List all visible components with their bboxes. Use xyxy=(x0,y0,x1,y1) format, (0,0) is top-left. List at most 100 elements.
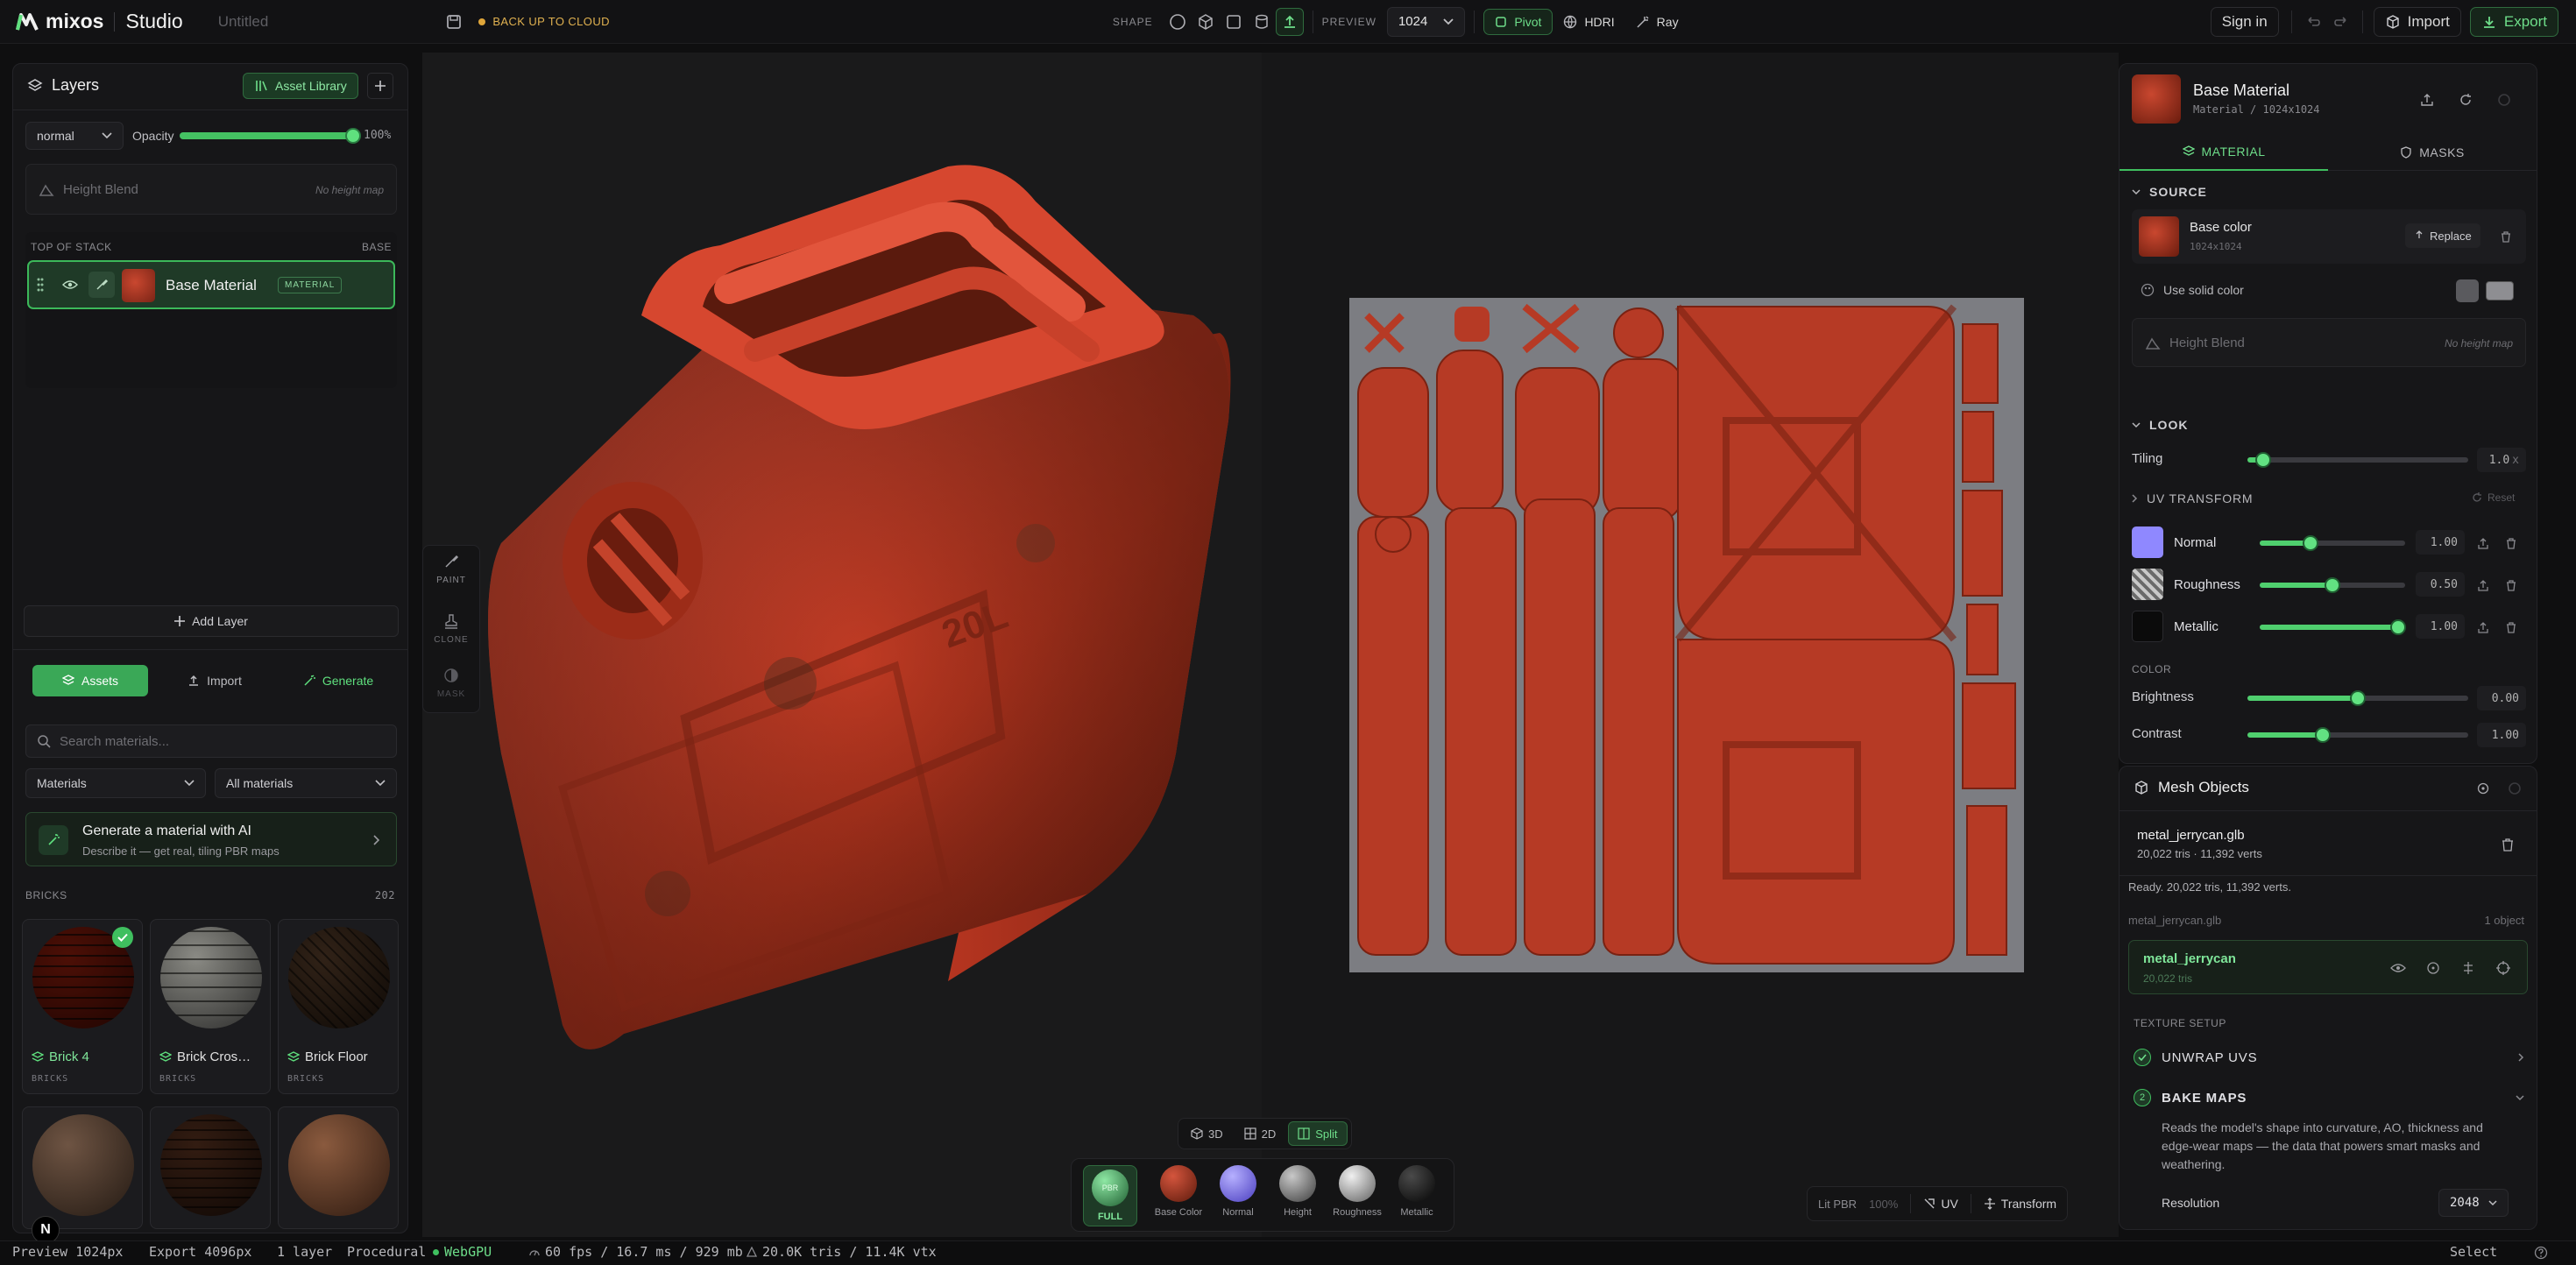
search-input[interactable]: Search materials... xyxy=(60,734,169,749)
save-icon[interactable] xyxy=(440,8,468,36)
normal-value-field[interactable]: 1.00 xyxy=(2416,530,2465,555)
channel-roughness[interactable]: Roughness xyxy=(1330,1165,1384,1223)
upload-icon[interactable] xyxy=(2414,87,2440,113)
asset-library-button[interactable]: Asset Library xyxy=(243,73,358,99)
material-card[interactable] xyxy=(278,1106,399,1229)
tab-masks[interactable]: MASKS xyxy=(2328,134,2537,171)
clone-tool[interactable]: CLONE xyxy=(423,612,479,661)
material-search[interactable]: Search materials... xyxy=(25,724,397,758)
paint-tool[interactable]: PAINT xyxy=(423,553,479,605)
lit-pbr-label[interactable]: Lit PBR xyxy=(1818,1198,1857,1211)
add-icon[interactable] xyxy=(367,73,393,99)
export-button[interactable]: Export xyxy=(2469,6,2558,37)
upload-icon[interactable] xyxy=(2470,572,2496,598)
look-section-header[interactable]: LOOK xyxy=(2132,418,2188,432)
contrast-slider[interactable] xyxy=(2247,727,2468,743)
solid-color-swatch[interactable] xyxy=(2486,281,2514,300)
doc-title[interactable]: Untitled xyxy=(218,13,269,31)
add-layer-button[interactable]: Add Layer xyxy=(24,605,399,637)
channel-base-color[interactable]: Base Color xyxy=(1151,1165,1206,1223)
refresh-icon[interactable] xyxy=(2452,87,2479,113)
roughness-slider-knob[interactable] xyxy=(2325,577,2340,593)
assets-tab[interactable]: Assets xyxy=(32,665,148,696)
uv-toggle[interactable]: UV xyxy=(1923,1197,1958,1211)
uv-transform-header[interactable]: UV TRANSFORM xyxy=(2132,491,2253,505)
transform-toggle[interactable]: Transform xyxy=(1984,1197,2056,1211)
pivot-button[interactable]: Pivot xyxy=(1483,8,1553,35)
mask-tool[interactable]: MASK xyxy=(423,667,479,712)
plane-shape-icon[interactable] xyxy=(1220,8,1248,36)
hdri-button[interactable]: HDRI xyxy=(1553,7,1624,37)
opacity-slider[interactable] xyxy=(180,128,361,144)
upload-icon[interactable] xyxy=(2470,530,2496,556)
trash-icon[interactable] xyxy=(2495,831,2521,858)
generate-tab[interactable]: Generate xyxy=(287,665,390,696)
trash-icon[interactable] xyxy=(2498,530,2524,556)
help-icon[interactable] xyxy=(2530,1242,2551,1263)
brightness-slider-knob[interactable] xyxy=(2350,690,2366,706)
replace-button[interactable]: Replace xyxy=(2405,223,2480,248)
channel-metallic[interactable]: Metallic xyxy=(1390,1165,1444,1223)
roughness-slider[interactable] xyxy=(2260,577,2405,593)
channel-full[interactable]: PBR FULL xyxy=(1083,1165,1137,1226)
tiling-value-field[interactable]: 1.0 x xyxy=(2477,448,2526,472)
ray-button[interactable]: Ray xyxy=(1625,7,1689,37)
opacity-slider-knob[interactable] xyxy=(345,128,361,144)
cloud-backup-button[interactable]: BACK UP TO CLOUD xyxy=(478,15,610,28)
base-color-thumbnail[interactable] xyxy=(2139,216,2179,257)
trash-icon[interactable] xyxy=(2498,614,2524,640)
split-mesh-icon[interactable] xyxy=(2455,955,2481,981)
target-icon[interactable] xyxy=(2490,955,2516,981)
resolution-select[interactable]: 2048 xyxy=(2438,1189,2509,1217)
metallic-slider[interactable] xyxy=(2260,619,2406,635)
metallic-map-swatch[interactable] xyxy=(2132,611,2163,642)
metallic-value-field[interactable]: 1.00 xyxy=(2416,614,2465,639)
material-card[interactable] xyxy=(150,1106,271,1229)
focus-icon[interactable] xyxy=(2470,775,2496,802)
material-card[interactable] xyxy=(22,1106,143,1229)
layer-row[interactable]: Base Material MATERIAL xyxy=(27,260,395,309)
cylinder-shape-icon[interactable] xyxy=(1248,8,1276,36)
bake-maps-step[interactable]: 2 BAKE MAPS xyxy=(2134,1084,2524,1112)
normal-slider[interactable] xyxy=(2260,535,2405,551)
unwrap-uvs-step[interactable]: UNWRAP UVS xyxy=(2134,1043,2524,1071)
generate-ai-card[interactable]: Generate a material with AI Describe it … xyxy=(25,812,397,866)
material-type-select[interactable]: Materials xyxy=(25,768,206,798)
cube-shape-icon[interactable] xyxy=(1192,8,1220,36)
upload-icon[interactable] xyxy=(2470,614,2496,640)
drag-handle-icon[interactable] xyxy=(36,277,45,293)
sphere-shape-icon[interactable] xyxy=(1164,8,1192,36)
roughness-value-field[interactable]: 0.50 xyxy=(2416,572,2465,597)
import-tab[interactable]: Import xyxy=(164,665,265,696)
height-blend-card[interactable]: Height Blend No height map xyxy=(25,164,397,215)
upload-mesh-icon[interactable] xyxy=(1275,7,1304,36)
visibility-eye-icon[interactable] xyxy=(57,272,83,298)
contrast-slider-knob[interactable] xyxy=(2314,727,2331,743)
redo-icon[interactable] xyxy=(2327,8,2355,36)
sign-in-button[interactable]: Sign in xyxy=(2210,6,2279,37)
undo-icon[interactable] xyxy=(2299,8,2327,36)
channel-normal[interactable]: Normal xyxy=(1211,1165,1265,1223)
normal-slider-knob[interactable] xyxy=(2303,535,2319,551)
trash-icon[interactable] xyxy=(2493,223,2519,250)
brightness-value-field[interactable]: 0.00 xyxy=(2477,686,2526,710)
tab-material[interactable]: MATERIAL xyxy=(2120,134,2328,171)
blend-mode-select[interactable]: normal xyxy=(25,122,124,150)
trash-icon[interactable] xyxy=(2498,572,2524,598)
material-card-brick-floor[interactable]: Brick Floor BRICKS xyxy=(278,919,399,1094)
visibility-eye-icon[interactable] xyxy=(2385,955,2411,981)
mesh-object-row[interactable]: metal_jerrycan 20,022 tris xyxy=(2128,940,2528,994)
metallic-slider-knob[interactable] xyxy=(2389,619,2406,635)
roughness-map-swatch[interactable] xyxy=(2132,569,2163,600)
material-card-brick-cross[interactable]: Brick Cros… BRICKS xyxy=(150,919,271,1094)
material-scope-select[interactable]: All materials xyxy=(215,768,397,798)
viewport-3d[interactable]: 20L xyxy=(422,53,1262,1237)
mode-2d-button[interactable]: 2D xyxy=(1235,1121,1285,1146)
source-section-header[interactable]: SOURCE xyxy=(2132,185,2207,199)
tiling-slider-knob[interactable] xyxy=(2254,452,2271,468)
import-button[interactable]: Import xyxy=(2373,6,2461,37)
material-card-brick-4[interactable]: Brick 4 BRICKS xyxy=(22,919,143,1094)
channel-height[interactable]: Height xyxy=(1270,1165,1325,1223)
brush-icon[interactable] xyxy=(88,272,115,298)
mode-split-button[interactable]: Split xyxy=(1288,1121,1348,1146)
